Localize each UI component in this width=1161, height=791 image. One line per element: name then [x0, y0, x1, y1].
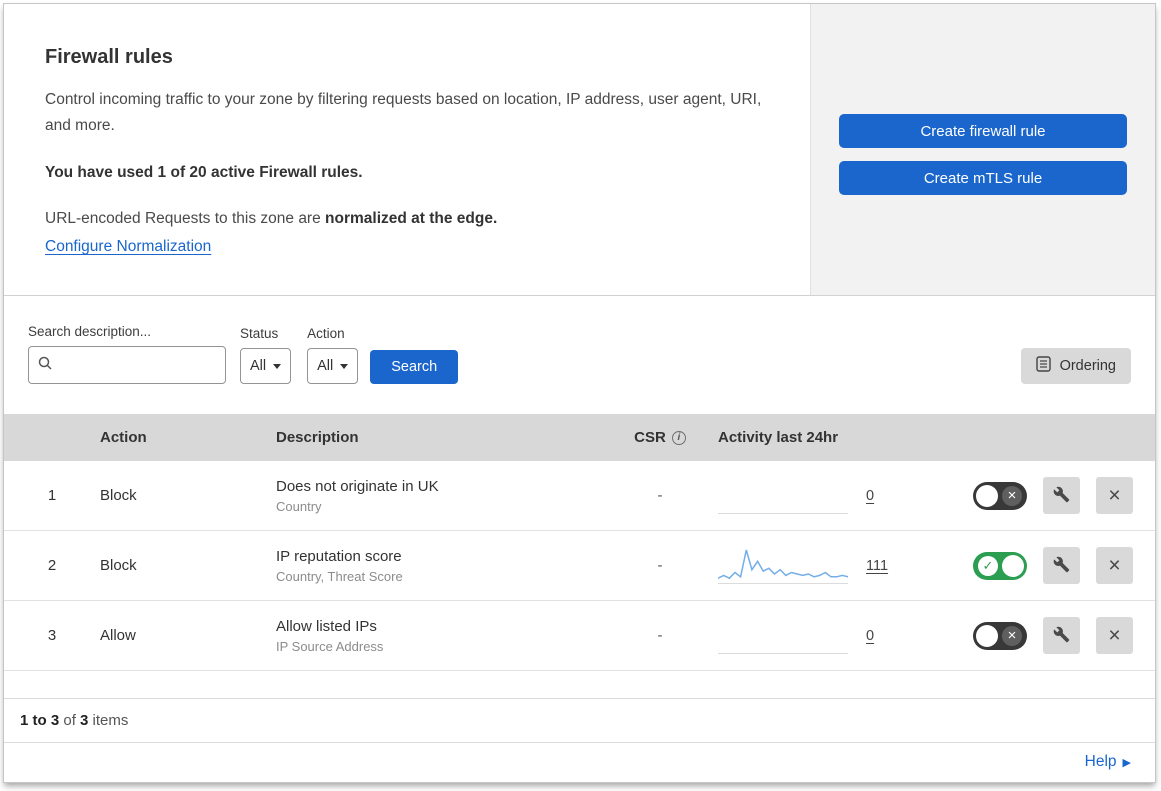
rule-enable-toggle[interactable]: ✓ × — [973, 481, 1027, 510]
chevron-down-icon — [340, 363, 349, 369]
rule-description: Does not originate in UK — [276, 477, 439, 495]
search-label: Search description... — [28, 324, 152, 339]
create-mtls-rule-button[interactable]: Create mTLS rule — [839, 161, 1127, 195]
items-count-footer: 1 to 3 of 3 items — [4, 698, 1155, 742]
rule-csr-value: - — [657, 557, 663, 574]
rule-description: Allow listed IPs — [276, 617, 377, 635]
rule-csr-value: - — [657, 487, 663, 504]
status-dropdown-value: All — [250, 358, 267, 374]
header-description: Description — [276, 429, 359, 446]
items-range: 1 to 3 — [20, 712, 60, 729]
info-icon[interactable]: i — [671, 430, 686, 445]
delete-rule-button[interactable]: × — [1096, 547, 1133, 584]
activity-sparkline — [718, 548, 848, 584]
edit-rule-button[interactable] — [1043, 547, 1080, 584]
chevron-down-icon — [273, 363, 282, 369]
rule-action: Allow — [100, 627, 136, 644]
actions-panel: Create firewall rule Create mTLS rule — [810, 4, 1155, 295]
search-filter: Search description... — [28, 324, 226, 384]
toggle-knob — [976, 624, 998, 647]
rule-action: Block — [100, 557, 137, 574]
rule-priority: 3 — [47, 627, 57, 644]
firewall-rules-card: Firewall rules Control incoming traffic … — [3, 3, 1156, 783]
create-firewall-rule-button[interactable]: Create firewall rule — [839, 114, 1127, 148]
normalization-bold-text: normalized at the edge. — [325, 210, 498, 228]
wrench-icon — [1053, 556, 1070, 576]
action-label: Action — [307, 326, 345, 341]
help-link[interactable]: Help ▶ — [1085, 753, 1131, 770]
edit-rule-button[interactable] — [1043, 477, 1080, 514]
header-action: Action — [100, 429, 147, 446]
toggle-knob — [1002, 554, 1024, 577]
rule-enable-toggle[interactable]: ✓ × — [973, 551, 1027, 580]
rule-enable-toggle[interactable]: ✓ × — [973, 621, 1027, 650]
activity-count-link[interactable]: 0 — [866, 488, 874, 504]
close-icon: × — [1108, 484, 1121, 507]
status-filter: Status All — [240, 326, 292, 384]
close-icon: × — [1108, 624, 1121, 647]
delete-rule-button[interactable]: × — [1096, 617, 1133, 654]
x-icon: × — [1002, 625, 1022, 646]
ordering-button-label: Ordering — [1059, 358, 1116, 374]
wrench-icon — [1053, 626, 1070, 646]
page-description: Control incoming traffic to your zone by… — [45, 91, 762, 134]
rule-priority: 2 — [47, 557, 57, 574]
page-header: Firewall rules Control incoming traffic … — [4, 4, 1155, 296]
page-title: Firewall rules — [45, 46, 173, 68]
rule-fields: Country — [276, 498, 322, 514]
header-csr: CSR i — [634, 429, 686, 446]
wrench-icon — [1053, 486, 1070, 506]
edit-rule-button[interactable] — [1043, 617, 1080, 654]
usage-summary: You have used 1 of 20 active Firewall ru… — [45, 164, 363, 182]
header-activity: Activity last 24hr — [718, 429, 839, 446]
rule-description: IP reputation score — [276, 547, 402, 565]
rule-fields: Country, Threat Score — [276, 568, 403, 584]
search-icon — [37, 355, 53, 375]
close-icon: × — [1108, 554, 1121, 577]
rule-action: Block — [100, 487, 137, 504]
status-dropdown[interactable]: All — [240, 348, 292, 384]
activity-count-link[interactable]: 111 — [866, 558, 888, 574]
normalization-note: URL-encoded Requests to this zone are no… — [45, 210, 770, 228]
page-header-text: Firewall rules Control incoming traffic … — [4, 4, 810, 295]
list-icon — [1035, 356, 1051, 376]
activity-sparkline — [718, 478, 848, 514]
search-button[interactable]: Search — [370, 350, 459, 384]
check-icon: ✓ — [978, 555, 998, 576]
action-dropdown[interactable]: All — [307, 348, 359, 384]
x-icon: × — [1002, 485, 1022, 506]
search-input[interactable] — [59, 357, 217, 373]
rule-fields: IP Source Address — [276, 638, 384, 654]
help-footer: Help ▶ — [4, 742, 1155, 782]
search-box[interactable] — [28, 346, 226, 384]
rule-priority: 1 — [47, 487, 57, 504]
table-bottom-spacer — [4, 671, 1155, 698]
activity-sparkline — [718, 618, 848, 654]
action-dropdown-value: All — [317, 358, 334, 374]
normalization-text: URL-encoded Requests to this zone are — [45, 210, 326, 228]
toggle-knob — [976, 484, 998, 507]
table-row: 2 Block IP reputation score Country, Thr… — [4, 531, 1155, 601]
activity-count-link[interactable]: 0 — [866, 628, 874, 644]
ordering-button[interactable]: Ordering — [1020, 348, 1131, 384]
rule-csr-value: - — [657, 627, 663, 644]
status-label: Status — [240, 326, 279, 341]
configure-normalization-link[interactable]: Configure Normalization — [45, 238, 211, 255]
delete-rule-button[interactable]: × — [1096, 477, 1133, 514]
rules-table: Action Description CSR i Activity last 2… — [4, 414, 1155, 671]
filter-bar: Search description... Status All Action … — [4, 296, 1155, 414]
table-header-row: Action Description CSR i Activity last 2… — [4, 414, 1155, 461]
action-filter: Action All — [307, 326, 359, 384]
caret-right-icon: ▶ — [1122, 757, 1131, 769]
table-row: 3 Allow Allow listed IPs IP Source Addre… — [4, 601, 1155, 671]
table-row: 1 Block Does not originate in UK Country… — [4, 461, 1155, 531]
